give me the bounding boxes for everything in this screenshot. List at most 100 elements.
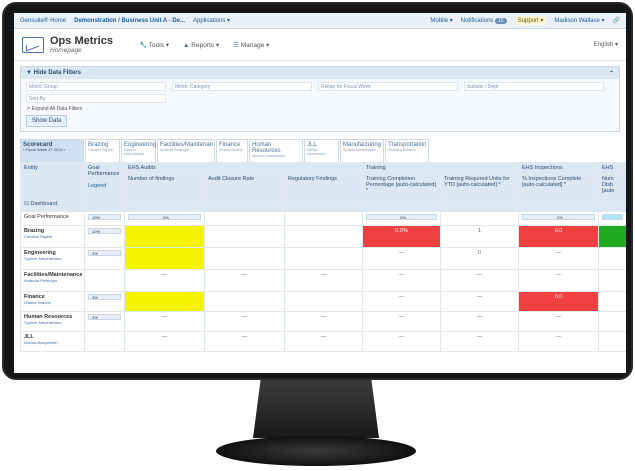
- metric-cell[interactable]: —: [204, 311, 285, 332]
- metric-cell[interactable]: 0: [439, 247, 520, 270]
- subsite-dept-filter[interactable]: Subsite / Dept: [464, 82, 604, 91]
- notifications-menu[interactable]: Notifications 16: [460, 17, 507, 24]
- col-training-completion[interactable]: Training Completion Percentage [auto-cal…: [362, 173, 441, 206]
- link-icon[interactable]: 🔗: [613, 17, 620, 24]
- col-inspections-complete[interactable]: % Inspections Complete [auto-calculated]…: [518, 173, 600, 206]
- metric-cell[interactable]: [284, 225, 363, 248]
- fiscal-week-selector[interactable]: ‹ Fiscal Week 27 2019 ›: [23, 148, 81, 152]
- sort-by-filter[interactable]: Sort By: [26, 94, 166, 103]
- metric-cell[interactable]: [598, 269, 626, 292]
- metric-cell[interactable]: [124, 225, 205, 248]
- notifications-label: Notifications: [460, 17, 494, 24]
- user-menu[interactable]: Madison Wallace ▾: [554, 17, 604, 24]
- tab-finance[interactable]: Finance Shaina Hashim: [216, 139, 248, 162]
- tab-transportation[interactable]: Transportation Rachitha Ramesh: [385, 139, 429, 162]
- breadcrumb[interactable]: Demonstration / Business Unit A - De...: [74, 18, 185, 24]
- metric-cell: [284, 211, 363, 226]
- tab-human-resources[interactable]: Human Resources System Administrator: [249, 139, 303, 162]
- monitor-stand-neck: [253, 380, 379, 438]
- metric-cell[interactable]: —: [284, 269, 363, 292]
- rollup-fiscal-week-filter[interactable]: Rollup for Fiscal Week: [318, 82, 458, 91]
- support-menu[interactable]: Support ▾: [514, 16, 547, 25]
- metric-cell[interactable]: —: [204, 331, 285, 352]
- metric-cell[interactable]: 0.0: [518, 225, 600, 248]
- entity-cell: Engineering System Administrator: [20, 247, 85, 270]
- metric-cell[interactable]: [598, 311, 626, 332]
- goal-bar: 3%: [88, 294, 121, 300]
- metric-cell[interactable]: —: [362, 247, 441, 270]
- metric-cell[interactable]: —: [124, 311, 205, 332]
- metric-cell[interactable]: [598, 247, 626, 270]
- metric-group-filter[interactable]: Metric Group: [26, 82, 166, 91]
- metric-cell[interactable]: —: [518, 269, 600, 292]
- col-regulatory-findings[interactable]: Regulatory Findings: [284, 173, 363, 206]
- metric-cell[interactable]: —: [518, 311, 600, 332]
- metric-cell[interactable]: [598, 225, 626, 248]
- metric-cell[interactable]: —: [518, 331, 600, 352]
- metric-cell[interactable]: [204, 225, 285, 248]
- legend-link[interactable]: Legend: [88, 183, 106, 189]
- col-training-required-units[interactable]: Training Required Units for YTD [auto-ca…: [439, 173, 520, 206]
- entity-owner: Shaina Hashim: [24, 300, 52, 305]
- metric-cell[interactable]: —: [362, 269, 441, 292]
- tab-owner: System Administrator: [124, 148, 145, 156]
- col-num-disb[interactable]: Num Disb [auto: [598, 173, 626, 206]
- metric-cell[interactable]: [284, 291, 363, 312]
- mobile-menu[interactable]: Mobile ▾: [430, 17, 452, 24]
- metric-cell[interactable]: —: [439, 269, 520, 292]
- metric-cell[interactable]: [124, 291, 205, 312]
- metric-cell[interactable]: [284, 247, 363, 270]
- ops-metrics-logo-icon: [22, 36, 44, 53]
- collapse-chevron-icon[interactable]: ⌃: [609, 70, 614, 77]
- entity-tabs: Scorecard ‹ Fiscal Week 27 2019 › Brazing…: [20, 139, 620, 162]
- notification-count-badge: 16: [495, 17, 507, 24]
- metric-cell[interactable]: [204, 291, 285, 312]
- metric-cell[interactable]: [124, 247, 205, 270]
- metric-cell: [204, 211, 285, 226]
- tab-jll[interactable]: JLL Marisa Manyweath: [304, 139, 339, 162]
- expand-filters-link[interactable]: ↗ Expand All Data Filters: [21, 103, 619, 115]
- goal-bar: 3%: [88, 250, 121, 256]
- page-title: Ops Metrics: [50, 34, 113, 47]
- col-audit-closure-rate[interactable]: Audit Closure Rate: [204, 173, 285, 206]
- reports-menu[interactable]: ▲ Reports ▾: [183, 41, 219, 49]
- metric-cell[interactable]: —: [204, 269, 285, 292]
- metric-cell: [439, 211, 520, 226]
- entity-owner: Marisa Manyweath: [24, 340, 58, 345]
- col-number-of-findings[interactable]: Number of findings: [124, 173, 205, 206]
- tab-owner: Shaina Hashim: [219, 148, 243, 152]
- metric-cell[interactable]: [598, 331, 626, 352]
- metric-cell[interactable]: —: [124, 269, 205, 292]
- language-select[interactable]: English ▾: [594, 41, 618, 48]
- metric-cell[interactable]: —: [439, 291, 520, 312]
- dashboard-checkbox[interactable]: ☑: [24, 201, 29, 207]
- metric-cell[interactable]: —: [439, 311, 520, 332]
- goal-header-label: Goal Performance: [88, 165, 120, 177]
- metric-cell[interactable]: —: [439, 331, 520, 352]
- metric-cell[interactable]: —: [362, 331, 441, 352]
- metric-cell[interactable]: 0.0%: [362, 225, 441, 248]
- home-link[interactable]: Gensuite® Home: [20, 18, 66, 24]
- tab-scorecard[interactable]: Scorecard ‹ Fiscal Week 27 2019 ›: [20, 139, 84, 162]
- tools-menu[interactable]: 🔧 Tools ▾: [139, 41, 169, 49]
- tab-brazing[interactable]: Brazing Caroline Rigaldi: [85, 139, 120, 162]
- metric-cell[interactable]: —: [518, 247, 600, 270]
- metric-cell[interactable]: [598, 291, 626, 312]
- entity-name: Goal Performance: [24, 214, 69, 220]
- metric-cell[interactable]: —: [124, 331, 205, 352]
- applications-menu[interactable]: Applications ▾: [193, 17, 230, 24]
- show-data-button[interactable]: Show Data: [26, 115, 68, 127]
- metric-cell[interactable]: —: [284, 311, 363, 332]
- metric-cell[interactable]: 0.0: [518, 291, 600, 312]
- metric-cell[interactable]: —: [362, 311, 441, 332]
- metric-cell[interactable]: —: [284, 331, 363, 352]
- metric-cell[interactable]: [204, 247, 285, 270]
- metric-cell[interactable]: 1: [439, 225, 520, 248]
- tab-manufacturing[interactable]: Manufacturing System Administrator: [340, 139, 384, 162]
- manage-menu[interactable]: ☰ Manage ▾: [233, 41, 269, 49]
- tab-facilities[interactable]: Facilities/Maintenan Amanda Fleisinger: [157, 139, 215, 162]
- metric-cell[interactable]: —: [362, 291, 441, 312]
- filters-header[interactable]: ▼ Hide Data Filters ⌃: [21, 67, 619, 79]
- tab-engineering[interactable]: Engineering System Administrator: [121, 139, 156, 162]
- metric-category-filter[interactable]: Metric Category: [172, 82, 312, 91]
